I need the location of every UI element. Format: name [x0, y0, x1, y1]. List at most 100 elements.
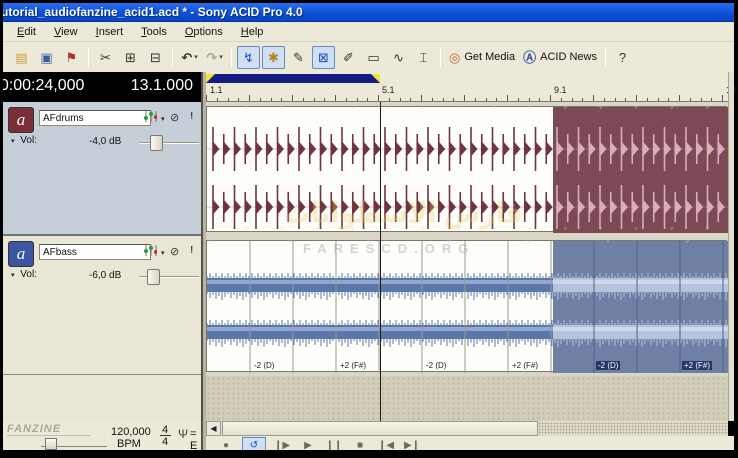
ruler-tick — [303, 98, 304, 101]
selection-tool-icon: ⊠ — [318, 51, 329, 64]
fx-dropdown-arrow[interactable]: ▾ — [161, 115, 165, 123]
playback-cursor[interactable] — [380, 102, 381, 421]
toolbar-separator — [231, 47, 232, 67]
erase-tool-icon: ▭ — [367, 51, 379, 64]
empty-track-area[interactable] — [206, 376, 728, 421]
get-media-button[interactable]: ◎Get Media — [446, 46, 518, 69]
menu-insert[interactable]: Insert — [87, 24, 133, 40]
track-icon[interactable]: a — [8, 241, 34, 267]
volume-slider[interactable] — [139, 142, 199, 144]
menu-edit[interactable]: Edit — [8, 24, 45, 40]
track-name-field[interactable]: AFbass — [39, 244, 151, 260]
track-fx-button[interactable] — [143, 110, 157, 126]
track-lane-afbass[interactable]: ▿ ▿ ▿ ▿ ▿ ▿ ▿ ▿ ▿ ▿ ▿ ▿ FARESCD.ORG -2 (… — [206, 236, 728, 376]
time-signature-denominator[interactable]: 4 — [162, 436, 168, 448]
pitch-shift-label: -2 (D) — [252, 361, 276, 370]
ruler-tick — [400, 98, 401, 101]
open-button[interactable]: ▤ — [10, 46, 33, 69]
scrollbar-track[interactable] — [538, 422, 728, 435]
scroll-left-arrow[interactable]: ◀ — [206, 421, 221, 436]
ruler-tick — [658, 98, 659, 101]
vol-label[interactable]: Vol: — [20, 269, 37, 280]
time-position-display: 00:00:24,000 — [3, 77, 84, 95]
ruler-tick — [604, 98, 605, 101]
enable-snapping-button[interactable]: ↯ — [237, 46, 260, 69]
envelope-tool-button[interactable]: ∿ — [387, 46, 410, 69]
selection-tool-button[interactable]: ⊠ — [312, 46, 335, 69]
bass-event[interactable]: ▿ ▿ ▿ ▿ ▿ ▿ ▿ ▿ ▿ ▿ ▿ ▿ FARESCD.ORG -2 (… — [206, 240, 727, 372]
paste-button[interactable]: ⊟ — [144, 46, 167, 69]
vol-label[interactable]: Vol: — [20, 135, 37, 146]
go-to-start-icon: ❙◀ — [378, 440, 394, 451]
volume-slider-thumb[interactable] — [150, 135, 163, 151]
time-selection-tool-button[interactable]: ⌶ — [412, 46, 435, 69]
track-name-field[interactable]: AFdrums — [39, 110, 151, 126]
copy-button[interactable]: ⊞ — [119, 46, 142, 69]
horizontal-scrollbar[interactable]: ◀ — [206, 421, 728, 436]
acid-news-button[interactable]: ⒶACID News — [520, 46, 600, 69]
draw-tool-icon: ✎ — [293, 51, 304, 64]
volume-slider[interactable] — [139, 276, 199, 278]
whats-this-help-button[interactable]: ? — [611, 46, 634, 69]
lock-envelopes-button[interactable]: ✱ — [262, 46, 285, 69]
solo-button[interactable]: ! — [190, 245, 193, 256]
marker-bar[interactable] — [206, 72, 728, 84]
ruler-tick — [281, 98, 282, 101]
mute-button[interactable]: ⊘ — [170, 111, 179, 124]
track-lane-afdrums[interactable]: ▿ ▿ ▿ ▿ ▿ ▿ ▿ ▿ ▿ ▿ ▿ ▿ ▿ ▿ ▿ ▿ ▿ ▿ ▿ ▿ … — [206, 102, 728, 236]
volume-slider-thumb[interactable] — [147, 269, 160, 285]
beat-ruler[interactable]: 1.15.19.113 — [206, 84, 728, 102]
drums-event[interactable]: ▿ ▿ ▿ ▿ ▿ ▿ ▿ ▿ ▿ ▿ ▿ ▿ ▿ ▿ ▿ ▿ ▿ ▿ ▿ ▿ … — [206, 106, 727, 232]
redo-button[interactable]: ↷▾ — [203, 46, 226, 69]
bpm-value[interactable]: 120,000 — [111, 426, 151, 438]
transport-bar: ●↺❙▶▶❙❙■❙◀▶❙ — [206, 436, 734, 450]
tuning-fork-icon[interactable]: Ψ — [178, 427, 188, 441]
ruler-tick — [625, 98, 626, 101]
menu-help[interactable]: Help — [232, 24, 273, 40]
erase-tool-button[interactable]: ▭ — [362, 46, 385, 69]
mute-button[interactable]: ⊘ — [170, 245, 179, 258]
ruler-tick — [561, 98, 562, 101]
time-display[interactable]: 00:00:24,000 13.1.000 — [3, 72, 201, 102]
draw-tool-button[interactable]: ✎ — [287, 46, 310, 69]
scrollbar-thumb[interactable] — [222, 421, 538, 436]
loop-region-bar[interactable] — [206, 74, 380, 83]
project-key[interactable]: = E — [190, 428, 201, 452]
track-icon[interactable]: a — [8, 107, 34, 133]
publish-button[interactable]: ⚑ — [60, 46, 83, 69]
title-bar[interactable]: tutorial_audiofanzine_acid1.acd * - Sony… — [3, 3, 734, 22]
tempo-slider-thumb[interactable] — [45, 438, 57, 450]
save-button[interactable]: ▣ — [35, 46, 58, 69]
ruler-tick — [324, 98, 325, 101]
vol-dropdown-arrow[interactable]: ▾ — [11, 272, 15, 279]
ruler-tick — [572, 98, 573, 101]
copy-icon: ⊞ — [125, 51, 136, 64]
undo-button[interactable]: ↶▾ — [178, 46, 201, 69]
cut-button[interactable]: ✂ — [94, 46, 117, 69]
menu-options[interactable]: Options — [176, 24, 232, 40]
menu-view[interactable]: View — [45, 24, 87, 40]
vertical-scrollbar[interactable] — [728, 72, 734, 421]
track-header-afdrums[interactable]: a AFdrums ▾ ⊘ ! ▾ Vol: -4,0 dB — [3, 102, 201, 236]
measures-beats-display: 13.1.000 — [131, 77, 193, 95]
ruler-tick — [529, 98, 530, 101]
solo-button[interactable]: ! — [190, 111, 193, 122]
fx-dropdown-arrow[interactable]: ▾ — [161, 249, 165, 257]
pitch-shift-label: +2 (F#) — [338, 361, 368, 370]
get-media-label: Get Media — [464, 51, 515, 63]
ruler-tick — [357, 98, 358, 101]
track-list-empty-area — [3, 375, 201, 421]
toolbar-separator — [440, 47, 441, 67]
vol-dropdown-arrow[interactable]: ▾ — [11, 138, 15, 145]
acid-news-label: ACID News — [540, 51, 597, 63]
track-fx-button[interactable] — [143, 244, 157, 260]
paint-tool-button[interactable]: ✐ — [337, 46, 360, 69]
redo-dropdown-arrow[interactable]: ▾ — [219, 53, 223, 61]
track-header-afbass[interactable]: a AFbass ▾ ⊘ ! ▾ Vol: -6,0 dB — [3, 236, 201, 375]
menu-bar: EditViewInsertToolsOptionsHelp — [3, 22, 734, 42]
undo-dropdown-arrow[interactable]: ▾ — [194, 53, 198, 61]
volume-row: ▾ Vol: -4,0 dB — [11, 135, 195, 151]
stop-icon: ■ — [357, 440, 363, 451]
menu-tools[interactable]: Tools — [132, 24, 176, 40]
event-notches-top: ▿ ▿ ▿ ▿ ▿ ▿ ▿ ▿ ▿ ▿ ▿ ▿ ▿ ▿ ▿ ▿ ▿ ▿ ▿ ▿ … — [209, 106, 724, 110]
